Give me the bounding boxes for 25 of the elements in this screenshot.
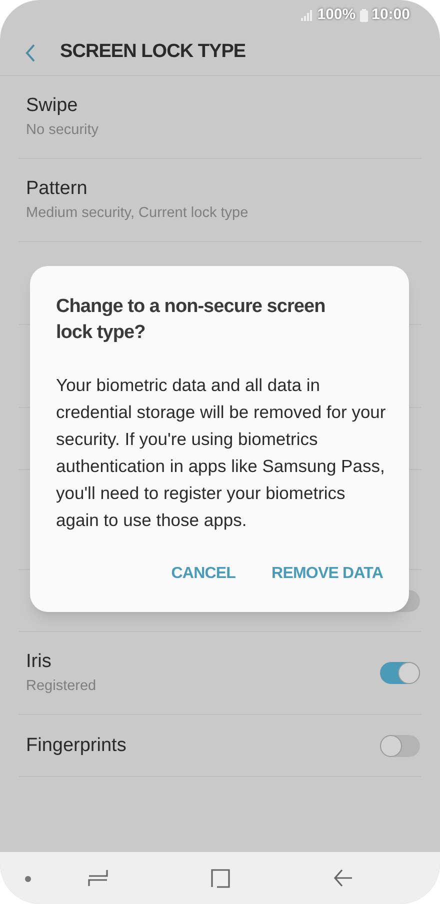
item-subtitle: Registered: [26, 677, 98, 696]
battery-percentage: 100%: [317, 4, 356, 25]
back-icon: [24, 44, 36, 62]
item-subtitle: Medium security, Current lock type: [26, 204, 250, 223]
item-title: Fingerprints: [26, 734, 128, 758]
home-icon[interactable]: [211, 869, 230, 888]
item-title: Iris: [26, 650, 52, 674]
battery-icon: [360, 8, 368, 22]
list-item[interactable]: Pattern Medium security, Current lock type: [19, 159, 421, 242]
page-title: SCREEN LOCK TYPE: [60, 40, 246, 64]
item-title: Pattern: [26, 177, 88, 201]
list-item[interactable]: Iris Registered: [19, 632, 421, 715]
dot-icon[interactable]: [25, 876, 31, 882]
clock: 10:00: [372, 4, 410, 25]
recent-apps-icon[interactable]: [88, 869, 108, 887]
signal-icon: [301, 10, 314, 20]
item-title: Swipe: [26, 94, 79, 118]
toggle-switch[interactable]: [380, 662, 420, 684]
dialog-message: Your biometric data and all data in credential storage will be removed for your security. If you're using biometrics authentication in apps like Samsung Pass, you'll need to register your biometrics again to use those apps.: [56, 374, 387, 532]
toggle-switch[interactable]: [380, 734, 420, 756]
back-arrow-icon[interactable]: [333, 868, 353, 888]
item-subtitle: No security: [26, 121, 100, 140]
dialog-title: Change to a non-secure screen lock type?: [56, 295, 326, 345]
list-item[interactable]: Fingerprints: [19, 715, 421, 777]
list-item[interactable]: Swipe No security: [19, 76, 421, 159]
